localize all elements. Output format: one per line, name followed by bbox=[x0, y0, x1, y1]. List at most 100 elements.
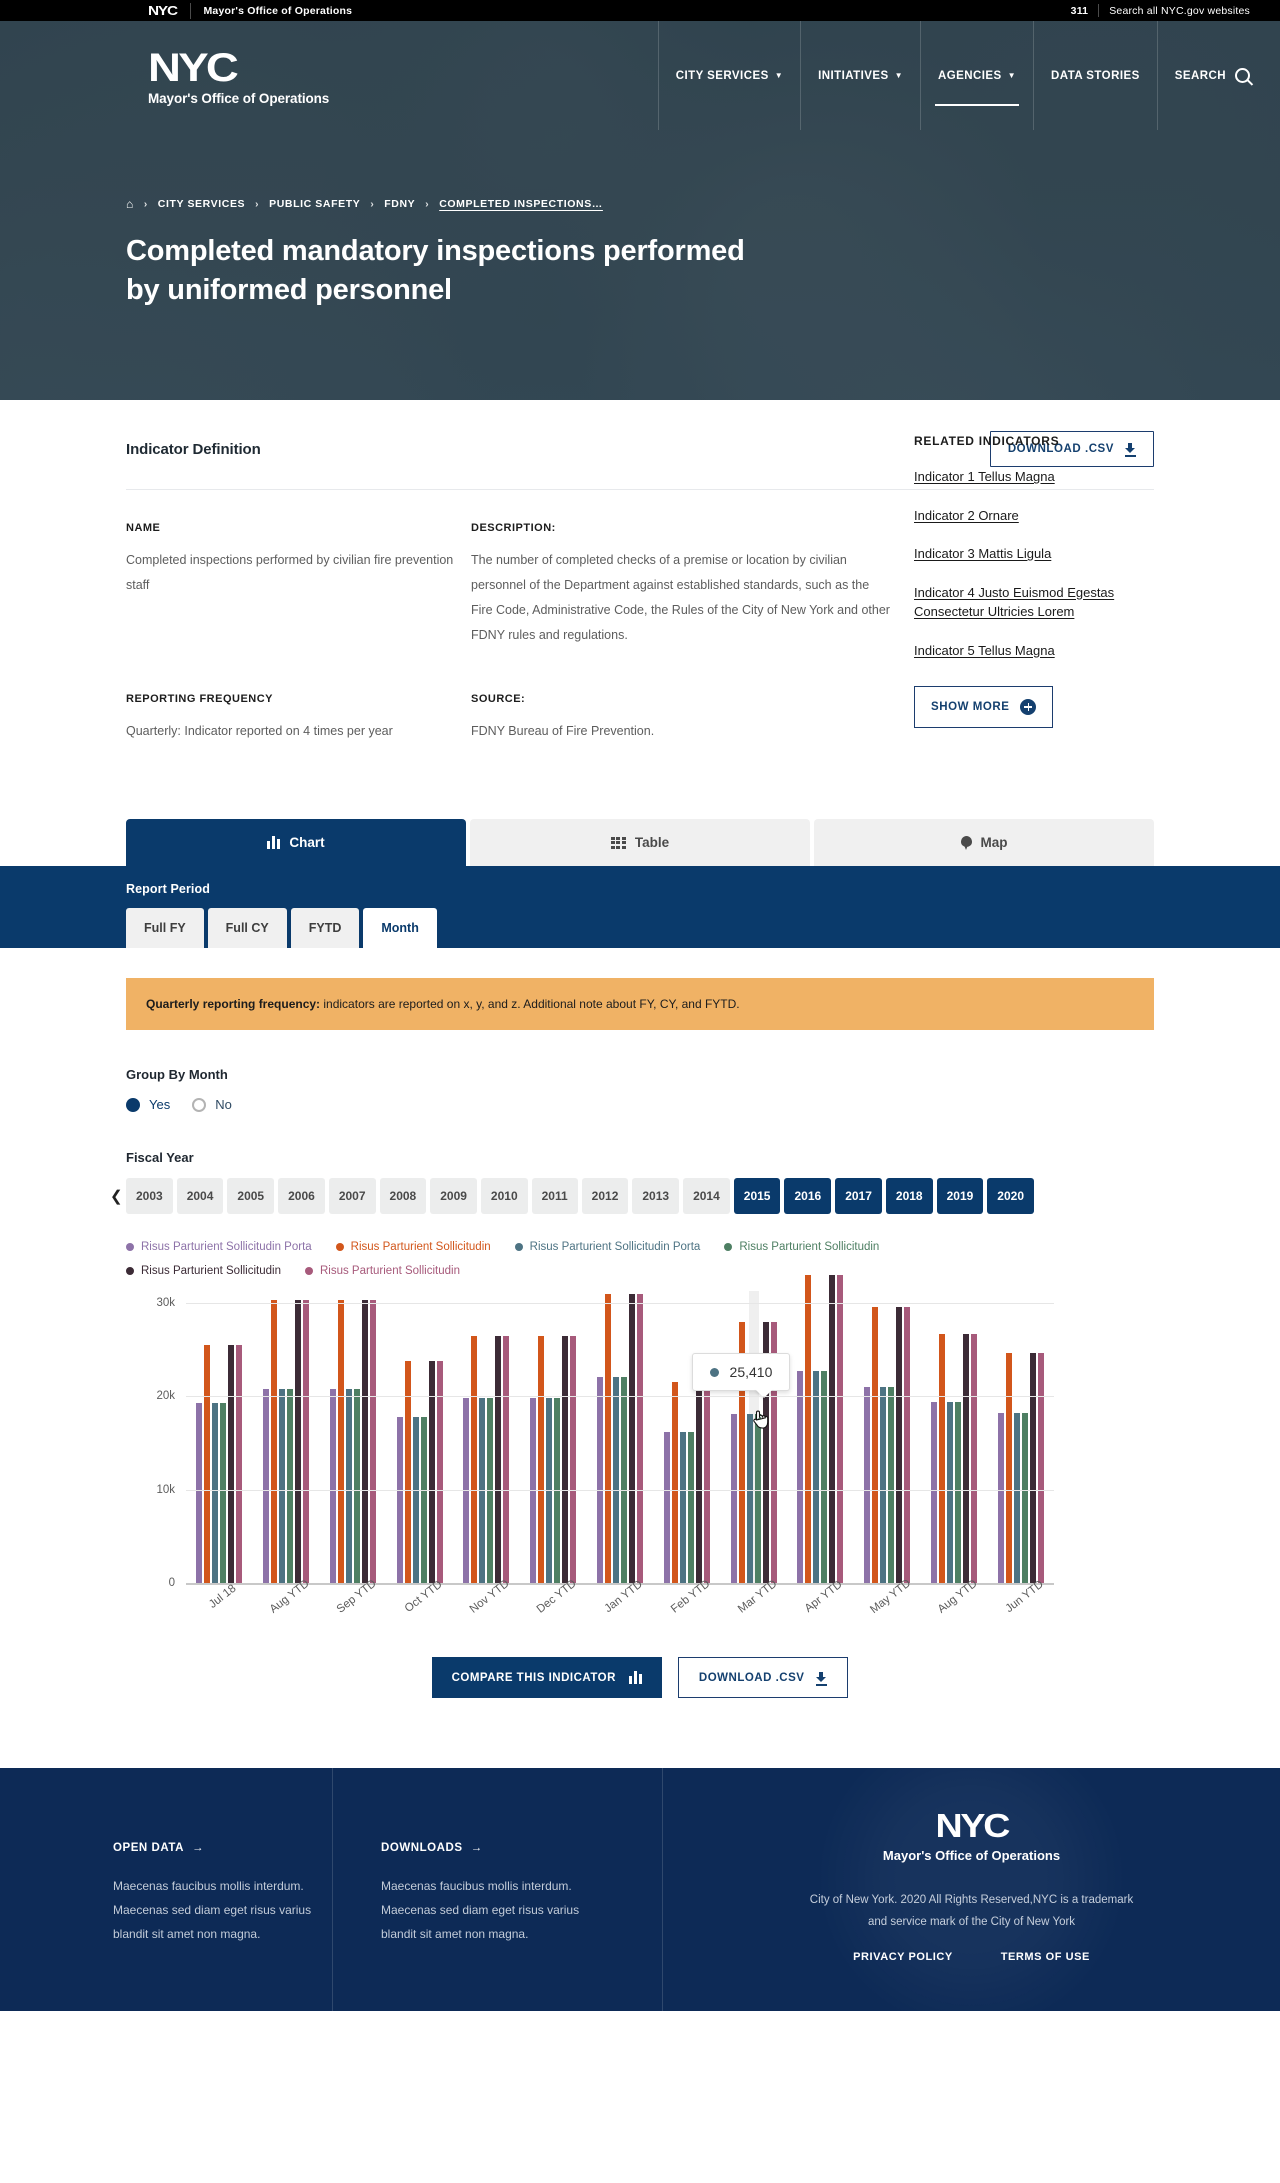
home-icon[interactable]: ⌂ bbox=[126, 197, 134, 211]
bar[interactable] bbox=[620, 1376, 627, 1583]
legend-item-4[interactable]: Risus Parturient Sollicitudin bbox=[724, 1241, 879, 1253]
bar[interactable] bbox=[345, 1388, 352, 1583]
footer-open-data-link[interactable]: OPEN DATA → bbox=[113, 1842, 204, 1854]
bar-group[interactable]: Feb YTD bbox=[653, 1303, 720, 1616]
bar[interactable] bbox=[746, 1414, 753, 1583]
bar[interactable] bbox=[570, 1335, 577, 1583]
bar[interactable] bbox=[228, 1345, 235, 1583]
nav-agencies[interactable]: AGENCIES ▼ bbox=[920, 21, 1033, 130]
related-indicator-link-2[interactable]: Indicator 2 Ornare bbox=[914, 506, 1164, 526]
breadcrumb-item-public-safety[interactable]: PUBLIC SAFETY bbox=[269, 198, 360, 210]
fiscal-year-2009[interactable]: 2009 bbox=[430, 1178, 477, 1214]
privacy-policy-link[interactable]: PRIVACY POLICY bbox=[853, 1951, 953, 1963]
bar[interactable] bbox=[896, 1306, 903, 1583]
bar[interactable] bbox=[797, 1371, 804, 1583]
bar[interactable] bbox=[287, 1388, 294, 1583]
bar[interactable] bbox=[880, 1387, 887, 1583]
bar[interactable] bbox=[196, 1402, 203, 1583]
bar[interactable] bbox=[829, 1275, 836, 1583]
terms-of-use-link[interactable]: TERMS OF USE bbox=[1001, 1951, 1090, 1963]
period-full-fy[interactable]: Full FY bbox=[126, 908, 204, 948]
legend-item-6[interactable]: Risus Parturient Sollicitudin bbox=[304, 1265, 460, 1277]
bar[interactable] bbox=[754, 1414, 761, 1583]
fiscal-year-2018[interactable]: 2018 bbox=[885, 1178, 933, 1214]
bar[interactable] bbox=[495, 1335, 502, 1583]
fiscal-year-2016[interactable]: 2016 bbox=[784, 1178, 832, 1214]
legend-item-2[interactable]: Risus Parturient Sollicitudin bbox=[335, 1241, 491, 1253]
bar[interactable] bbox=[997, 1413, 1004, 1583]
fiscal-year-2012[interactable]: 2012 bbox=[581, 1178, 629, 1214]
tab-table[interactable]: Table bbox=[470, 819, 810, 866]
bar[interactable] bbox=[821, 1371, 828, 1583]
bar[interactable] bbox=[295, 1300, 302, 1583]
compare-indicator-button[interactable]: COMPARE THIS INDICATOR bbox=[431, 1657, 662, 1698]
fiscal-year-2005[interactable]: 2005 bbox=[227, 1178, 275, 1214]
bar[interactable] bbox=[263, 1388, 270, 1583]
bar[interactable] bbox=[813, 1371, 820, 1583]
nav-city-services[interactable]: CITY SERVICES ▼ bbox=[657, 21, 800, 130]
bar[interactable] bbox=[279, 1388, 286, 1583]
group-by-no[interactable]: No bbox=[192, 1097, 232, 1112]
bar[interactable] bbox=[428, 1360, 435, 1583]
bar[interactable] bbox=[471, 1335, 478, 1583]
bar[interactable] bbox=[420, 1416, 427, 1583]
bar[interactable] bbox=[404, 1360, 411, 1583]
utility-311-link[interactable]: 311 bbox=[1071, 5, 1089, 17]
fiscal-year-2014[interactable]: 2014 bbox=[683, 1178, 730, 1214]
period-full-cy[interactable]: Full CY bbox=[207, 908, 287, 948]
related-indicator-link-3[interactable]: Indicator 3 Mattis Ligula bbox=[914, 544, 1164, 564]
nav-initiatives[interactable]: INITIATIVES ▼ bbox=[800, 21, 920, 130]
nav-data-stories[interactable]: DATA STORIES bbox=[1033, 21, 1157, 130]
bar[interactable] bbox=[220, 1402, 227, 1583]
bar-group[interactable]: Aug YTD bbox=[920, 1303, 987, 1616]
download-csv-button-bottom[interactable]: DOWNLOAD .CSV bbox=[677, 1657, 849, 1698]
bar[interactable] bbox=[361, 1300, 368, 1583]
footer-downloads-link[interactable]: DOWNLOADS → bbox=[381, 1842, 483, 1854]
nav-search[interactable]: SEARCH bbox=[1156, 21, 1280, 130]
group-by-yes[interactable]: Yes bbox=[126, 1097, 170, 1112]
bar[interactable] bbox=[872, 1306, 879, 1583]
legend-item-1[interactable]: Risus Parturient Sollicitudin Porta bbox=[126, 1241, 312, 1253]
legend-item-5[interactable]: Risus Parturient Sollicitudin bbox=[126, 1265, 281, 1277]
bar-group[interactable]: Jan YTD bbox=[587, 1293, 654, 1615]
bar[interactable] bbox=[663, 1431, 670, 1583]
tab-map[interactable]: Map bbox=[814, 819, 1154, 866]
bar[interactable] bbox=[970, 1333, 977, 1583]
bar[interactable] bbox=[687, 1431, 694, 1583]
bar[interactable] bbox=[271, 1300, 278, 1583]
bar[interactable] bbox=[628, 1293, 635, 1583]
chevron-left-icon[interactable]: ❮ bbox=[110, 1187, 123, 1205]
bar[interactable] bbox=[1021, 1413, 1028, 1583]
site-brand[interactable]: NYC Mayor's Office of Operations bbox=[148, 21, 329, 130]
bar[interactable] bbox=[1005, 1353, 1012, 1583]
bar[interactable] bbox=[1013, 1413, 1020, 1583]
utility-search-link[interactable]: Search all NYC.gov websites bbox=[1109, 5, 1250, 17]
related-indicator-link-1[interactable]: Indicator 1 Tellus Magna bbox=[914, 467, 1164, 487]
breadcrumb-item-city-services[interactable]: CITY SERVICES bbox=[158, 198, 245, 210]
bar[interactable] bbox=[730, 1414, 737, 1583]
bar[interactable] bbox=[946, 1401, 953, 1583]
bar-group[interactable]: Aug YTD bbox=[253, 1300, 320, 1616]
fiscal-year-2010[interactable]: 2010 bbox=[480, 1178, 528, 1214]
bar-group[interactable]: Apr YTD bbox=[787, 1275, 854, 1615]
bar[interactable] bbox=[337, 1300, 344, 1583]
bar[interactable] bbox=[864, 1387, 871, 1583]
bar[interactable] bbox=[671, 1382, 678, 1583]
fiscal-year-2008[interactable]: 2008 bbox=[379, 1178, 427, 1214]
fiscal-year-2020[interactable]: 2020 bbox=[987, 1178, 1034, 1214]
breadcrumb-item-current[interactable]: COMPLETED INSPECTIONS… bbox=[439, 198, 603, 210]
bar-group[interactable]: Mar YTD bbox=[720, 1303, 787, 1616]
bar[interactable] bbox=[303, 1300, 310, 1583]
bar[interactable] bbox=[562, 1335, 569, 1583]
bar[interactable] bbox=[596, 1376, 603, 1583]
fiscal-year-2015[interactable]: 2015 bbox=[733, 1178, 781, 1214]
legend-item-3[interactable]: Risus Parturient Sollicitudin Porta bbox=[514, 1241, 700, 1253]
fiscal-year-2004[interactable]: 2004 bbox=[176, 1178, 224, 1214]
related-indicator-link-4[interactable]: Indicator 4 Justo Euismod Egestas Consec… bbox=[914, 583, 1164, 622]
bar[interactable] bbox=[396, 1416, 403, 1583]
bar[interactable] bbox=[538, 1335, 545, 1583]
bar[interactable] bbox=[353, 1388, 360, 1583]
tab-chart[interactable]: Chart bbox=[126, 819, 466, 866]
bar-group[interactable]: Jun YTD bbox=[987, 1303, 1054, 1615]
bar[interactable] bbox=[962, 1333, 969, 1583]
